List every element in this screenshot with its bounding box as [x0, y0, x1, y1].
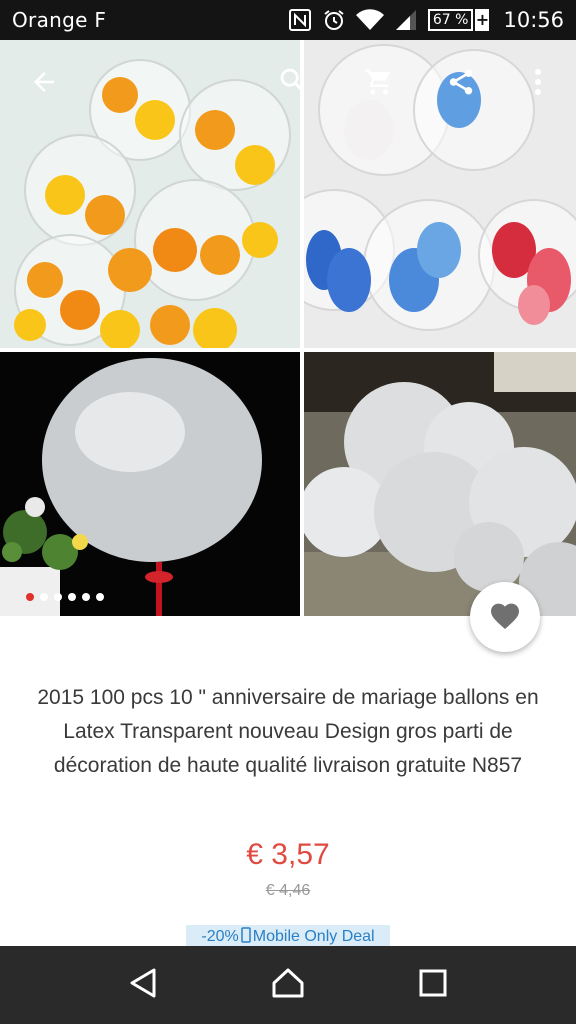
nav-home-button[interactable] — [258, 955, 318, 1015]
more-vert-icon — [533, 67, 543, 102]
nav-back-button[interactable] — [113, 955, 173, 1015]
back-arrow-icon — [29, 67, 59, 102]
cart-button[interactable] — [355, 60, 403, 108]
status-icons: 67 % + 10:56 — [288, 8, 564, 32]
share-button[interactable] — [437, 60, 485, 108]
deal-discount: -20% — [201, 928, 239, 945]
back-triangle-icon — [128, 967, 158, 1004]
battery-icon: 67 % + — [427, 9, 490, 31]
status-bar: Orange F 67 % + 10:56 — [0, 0, 576, 40]
gallery-page-indicator — [26, 593, 104, 601]
cart-icon — [364, 67, 394, 102]
page-dot[interactable] — [40, 593, 48, 601]
search-icon — [278, 66, 306, 99]
back-button[interactable] — [20, 60, 68, 108]
page-dot[interactable] — [96, 593, 104, 601]
nfc-icon — [288, 8, 312, 32]
favorite-button[interactable] — [470, 582, 540, 652]
phone-icon — [241, 926, 251, 948]
original-price: € 4,46 — [265, 882, 311, 899]
wifi-icon — [355, 8, 384, 32]
recents-icon — [419, 969, 447, 1002]
deal-label: Mobile Only Deal — [252, 928, 375, 945]
nav-recents-button[interactable] — [403, 955, 463, 1015]
signal-icon — [394, 8, 418, 32]
page-dot[interactable] — [26, 593, 34, 601]
battery-charging: + — [475, 9, 490, 31]
clock: 10:56 — [503, 8, 564, 32]
heart-icon — [489, 600, 521, 635]
page-dot[interactable] — [54, 593, 62, 601]
home-icon — [271, 967, 305, 1004]
page-dot[interactable] — [82, 593, 90, 601]
search-button[interactable] — [268, 58, 316, 106]
product-gallery[interactable] — [0, 40, 576, 616]
clear-balloon-image[interactable] — [0, 352, 300, 616]
share-icon — [446, 67, 476, 102]
clear-balloons-room-image[interactable] — [304, 352, 576, 616]
page-dot[interactable] — [68, 593, 76, 601]
product-title: 2015 100 pcs 10 " anniversaire de mariag… — [37, 686, 539, 777]
more-options-button[interactable] — [514, 60, 562, 108]
product-price: € 3,57 — [246, 838, 330, 871]
alarm-icon — [322, 8, 346, 32]
battery-level: 67 % — [427, 9, 474, 31]
navigation-bar — [0, 946, 576, 1024]
carrier-name: Orange F — [12, 8, 107, 32]
